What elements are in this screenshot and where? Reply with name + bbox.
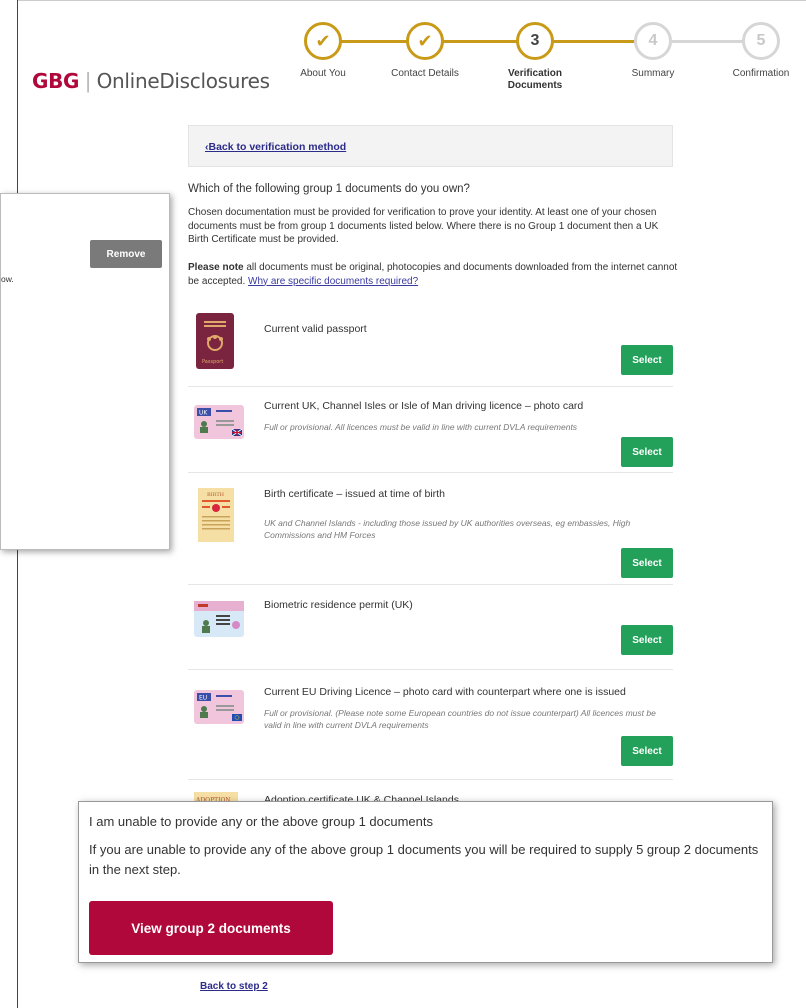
logo-gbg: GBG <box>32 69 80 93</box>
group2-heading: I am unable to provide any or the above … <box>89 814 433 829</box>
logo-separator: | <box>85 68 91 93</box>
step-number: 3 <box>516 22 554 60</box>
select-birth-certificate-button[interactable]: Select <box>621 548 673 578</box>
view-group2-documents-button[interactable]: View group 2 documents <box>89 901 333 955</box>
selected-documents-panel: Remove ow. <box>0 193 170 550</box>
uk-driving-licence-icon: UK <box>194 405 244 449</box>
document-title: Current EU Driving Licence – photo card … <box>264 686 626 698</box>
document-row-residence-permit: Biometric residence permit (UK) Select <box>188 585 673 670</box>
group2-text: If you are unable to provide any of the … <box>89 842 759 877</box>
document-description: Full or provisional. (Please note some E… <box>264 708 656 730</box>
back-link-bar: ‹Back to verification method <box>188 125 673 167</box>
step-label: About You <box>300 68 346 79</box>
group1-question: Which of the following group 1 documents… <box>188 183 470 195</box>
step-label-line1: Verification <box>508 68 562 79</box>
check-icon: ✔ <box>406 22 444 60</box>
group2-callout-panel: I am unable to provide any or the above … <box>78 801 773 963</box>
document-title: Current valid passport <box>264 323 367 335</box>
select-uk-licence-button[interactable]: Select <box>621 437 673 467</box>
select-passport-button[interactable]: Select <box>621 345 673 375</box>
document-title: Current UK, Channel Isles or Isle of Man… <box>264 400 584 412</box>
svg-text:EU: EU <box>199 695 207 702</box>
why-documents-link[interactable]: Why are specific documents required? <box>248 276 418 287</box>
document-description: UK and Channel Islands - including those… <box>264 518 631 540</box>
step-label: Contact Details <box>391 68 459 79</box>
frame-top-border <box>17 0 806 1</box>
step-number: 5 <box>742 22 780 60</box>
step-label: Summary <box>631 68 675 79</box>
step-label-line2: Documents <box>507 80 563 91</box>
select-residence-permit-button[interactable]: Select <box>621 625 673 655</box>
select-eu-licence-button[interactable]: Select <box>621 736 673 766</box>
group1-note: Please note all documents must be origin… <box>188 261 678 288</box>
residence-permit-icon <box>194 601 244 645</box>
svg-text:UK: UK <box>199 410 208 417</box>
step-number: 4 <box>634 22 672 60</box>
panel-text-fragment: ow. <box>1 274 14 284</box>
document-title: Birth certificate – issued at time of bi… <box>264 488 445 500</box>
step-contact-details[interactable]: ✔ Contact Details <box>370 22 480 80</box>
note-bold: Please note <box>188 262 244 273</box>
check-icon: ✔ <box>304 22 342 60</box>
svg-text:Passport: Passport <box>202 359 223 365</box>
svg-text:BIRTH: BIRTH <box>207 492 225 498</box>
group1-intro: Chosen documentation must be provided fo… <box>188 207 659 245</box>
document-row-uk-licence: UK Current UK, Channel Isles or Isle of … <box>188 387 673 473</box>
step-summary: 4 Summary <box>598 22 708 80</box>
step-label: Confirmation <box>732 68 790 79</box>
eu-driving-licence-icon: EU <box>194 690 244 734</box>
birth-certificate-icon: BIRTH <box>194 488 238 542</box>
logo-product: OnlineDisclosures <box>96 69 270 93</box>
step-confirmation: 5 Confirmation <box>706 22 806 80</box>
brand-logo[interactable]: GBG | OnlineDisclosures <box>32 68 270 94</box>
step-about-you[interactable]: ✔ About You <box>268 22 378 80</box>
back-to-verification-link[interactable]: ‹Back to verification method <box>205 141 346 153</box>
progress-stepper: ✔ About You ✔ Contact Details 3 Verifica… <box>268 22 806 102</box>
document-row-passport: Passport Current valid passport Select <box>188 305 673 387</box>
document-title: Biometric residence permit (UK) <box>264 599 413 611</box>
step-verification-documents: 3 Verification Documents <box>480 22 590 92</box>
document-row-eu-licence: EU Current EU Driving Licence – photo ca… <box>188 670 673 780</box>
document-description: Full or provisional. All licences must b… <box>264 422 578 432</box>
step-label: Verification Documents <box>480 68 590 92</box>
passport-icon: Passport <box>194 313 238 369</box>
back-to-step-2-link[interactable]: Back to step 2 <box>200 981 268 992</box>
remove-button[interactable]: Remove <box>90 240 162 268</box>
document-row-birth-certificate: BIRTH Birth certificate – issued at time… <box>188 473 673 585</box>
